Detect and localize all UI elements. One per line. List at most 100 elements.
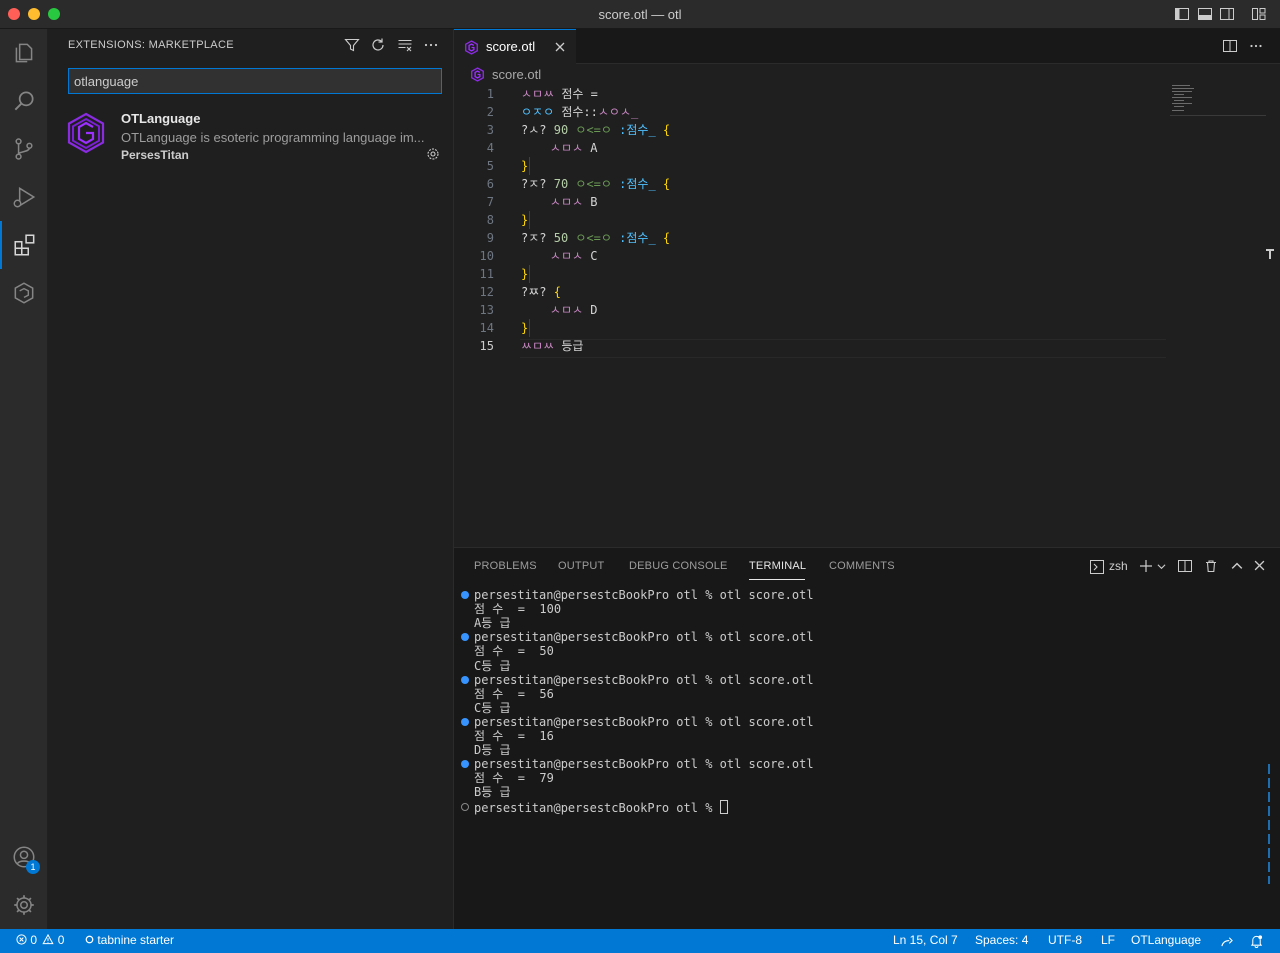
line-number: 2: [486, 105, 494, 119]
command-pending-marker[interactable]: [461, 802, 469, 811]
indentation-status[interactable]: Spaces: 4: [975, 933, 1028, 947]
code-line[interactable]: 10 ㅅㅁㅅ C: [454, 247, 1280, 265]
refresh-icon[interactable]: [370, 37, 386, 53]
search-button[interactable]: [0, 77, 48, 125]
code-line[interactable]: 2 ㅇㅈㅇ 점수::ㅅㅇㅅ_: [454, 103, 1280, 121]
tab-output[interactable]: OUTPUT: [558, 560, 604, 572]
notifications-bell-icon[interactable]: [1250, 934, 1263, 948]
clear-results-icon[interactable]: [397, 37, 413, 53]
code-line[interactable]: 7 ㅅㅁㅅ B: [454, 193, 1280, 211]
run-debug-icon: [13, 186, 36, 208]
code-line[interactable]: 3 ?ㅅ? 90 ㅇ<=ㅇ :점수_ {: [454, 121, 1280, 139]
error-count: 0: [30, 933, 38, 947]
tab-debug-console[interactable]: DEBUG CONSOLE: [629, 560, 728, 572]
extensions-search-input[interactable]: [68, 68, 442, 94]
language-mode[interactable]: OTLanguage: [1131, 933, 1201, 947]
chevron-down-icon[interactable]: [1157, 562, 1166, 571]
filter-icon[interactable]: [344, 37, 360, 53]
code-token: 90: [553, 123, 569, 137]
eol-status[interactable]: LF: [1101, 933, 1115, 947]
extensions-button[interactable]: [0, 221, 48, 269]
source-control-icon: [15, 138, 33, 160]
code-line[interactable]: 4 ㅅㅁㅅ A: [454, 139, 1280, 157]
line-number: 7: [486, 195, 494, 209]
close-tab-icon[interactable]: [555, 42, 565, 52]
otl-view-button[interactable]: [0, 269, 48, 317]
accounts-button[interactable]: 1: [0, 833, 48, 881]
toggle-secondary-sidebar-icon[interactable]: [1220, 7, 1234, 21]
code-line[interactable]: 5}: [454, 157, 1280, 175]
more-actions-icon[interactable]: [423, 37, 439, 53]
terminal-line: 점 수 = 16: [474, 729, 554, 743]
code-text: }: [521, 157, 528, 175]
code-token: ㅇ<=ㅇ: [575, 123, 612, 137]
line-number: 6: [486, 177, 494, 191]
code-text: ㅅㅁㅅ B: [521, 193, 598, 211]
command-success-marker[interactable]: [461, 760, 469, 769]
source-control-button[interactable]: [0, 125, 48, 173]
tabnine-status[interactable]: tabnine starter: [85, 933, 174, 947]
cursor-position[interactable]: Ln 15, Col 7: [893, 933, 958, 947]
chevron-up-icon[interactable]: [1231, 560, 1243, 572]
extension-list-item[interactable]: OTLanguage OTLanguage is esoteric progra…: [48, 105, 453, 171]
code-line[interactable]: 11}: [454, 265, 1280, 283]
code-token: ?ㅈ?: [521, 231, 554, 245]
accounts-badge: 1: [26, 860, 40, 874]
command-success-marker[interactable]: [461, 675, 469, 684]
terminal-cursor: [719, 799, 728, 814]
terminal-output[interactable]: persestitan@persestcBookPro otl % otl sc…: [454, 588, 1254, 828]
code-line[interactable]: 14}: [454, 319, 1280, 337]
code-token: B: [583, 195, 598, 209]
code-text: ㅅㅁㅅ C: [521, 247, 598, 265]
code-line[interactable]: 8}: [454, 211, 1280, 229]
code-token: 점수::: [554, 105, 598, 119]
manage-button[interactable]: [0, 881, 48, 929]
new-terminal-icon[interactable]: [1139, 559, 1153, 573]
tab-problems[interactable]: PROBLEMS: [474, 560, 537, 572]
close-panel-icon[interactable]: [1254, 560, 1265, 571]
code-line[interactable]: 1 ㅅㅁㅆ 점수 =: [454, 85, 1280, 103]
split-terminal-icon[interactable]: [1178, 559, 1192, 573]
customize-layout-icon[interactable]: [1252, 7, 1266, 21]
code-line[interactable]: 13 ㅅㅁㅅ D: [454, 301, 1280, 319]
code-text: }: [521, 265, 528, 283]
terminal-panel: PROBLEMS OUTPUT DEBUG CONSOLE TERMINAL C…: [454, 547, 1280, 929]
command-success-marker[interactable]: [461, 633, 469, 642]
tab-score-otl[interactable]: score.otl: [454, 29, 576, 64]
gear-icon: [14, 895, 34, 915]
tab-comments[interactable]: COMMENTS: [829, 560, 895, 572]
toggle-primary-sidebar-icon[interactable]: [1175, 7, 1189, 21]
code-token: }: [521, 321, 529, 335]
tab-terminal[interactable]: TERMINAL: [749, 560, 806, 572]
indent-guide: [529, 265, 530, 283]
line-number: 4: [486, 141, 494, 155]
problems-status[interactable]: 0 0: [16, 933, 64, 947]
encoding-status[interactable]: UTF-8: [1048, 933, 1082, 947]
editor-more-actions-icon[interactable]: [1249, 39, 1263, 53]
toggle-panel-icon[interactable]: [1198, 7, 1212, 21]
code-line[interactable]: 12 ?ㅉ? {: [454, 283, 1280, 301]
code-token: }: [521, 213, 529, 227]
code-token: ㅅㅁㅅ: [549, 249, 584, 263]
code-token: {: [553, 285, 561, 299]
code-token: :점수_: [611, 231, 663, 245]
trash-icon[interactable]: [1204, 559, 1218, 573]
code-line[interactable]: 6 ?ㅈ? 70 ㅇ<=ㅇ :점수_ {: [454, 175, 1280, 193]
code-text: ?ㅈ? 50 ㅇ<=ㅇ :점수_ {: [521, 229, 670, 247]
line-number: 10: [479, 249, 494, 263]
code-line[interactable]: 9 ?ㅈ? 50 ㅇ<=ㅇ :점수_ {: [454, 229, 1280, 247]
command-success-marker[interactable]: [461, 591, 469, 599]
split-editor-icon[interactable]: [1223, 39, 1237, 53]
manage-extension-gear-icon[interactable]: [426, 147, 440, 161]
editor-tab-bar: score.otl: [454, 29, 1280, 64]
shell-name[interactable]: zsh: [1109, 559, 1128, 573]
explorer-button[interactable]: [0, 29, 48, 77]
code-editor[interactable]: 1 ㅅㅁㅆ 점수 = 2 ㅇㅈㅇ 점수::ㅅㅇㅅ_ 3 ?ㅅ? 90 ㅇ<=ㅇ :점수_ …: [454, 85, 1280, 375]
feedback-icon[interactable]: [1220, 935, 1233, 948]
command-success-marker[interactable]: [461, 717, 469, 726]
code-token: ㅅㅇㅅ_: [597, 105, 639, 119]
run-debug-button[interactable]: [0, 173, 48, 221]
terminal-line: persestitan@persestcBookPro otl % otl sc…: [474, 714, 814, 729]
minimap[interactable]: [1170, 83, 1266, 116]
